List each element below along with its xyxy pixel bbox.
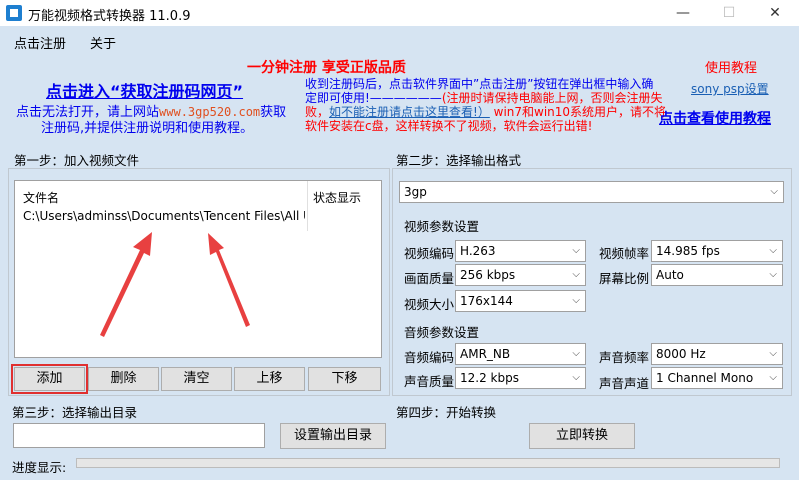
title-bar: 万能视频格式转换器 11.0.9 — ☐ ✕	[0, 0, 799, 26]
menu-about[interactable]: 关于	[90, 33, 116, 52]
chevron-down-icon: ⌵	[572, 269, 580, 280]
video-codec-value: H.263	[460, 244, 496, 258]
audio-codec-label: 音频编码	[404, 350, 455, 365]
frame-rate-select[interactable]: 14.985 fps ⌵	[651, 240, 783, 262]
video-size-select[interactable]: 176x144 ⌵	[455, 290, 586, 312]
chevron-down-icon: ⌵	[769, 269, 777, 280]
help-link[interactable]: 如不能注册请点击这里查看!）	[329, 105, 490, 119]
frame-rate-value: 14.985 fps	[656, 244, 720, 258]
tutorial-title: 使用教程	[705, 61, 758, 76]
step2-title: 第二步：选择输出格式	[396, 153, 522, 168]
minimize-button[interactable]: —	[660, 0, 706, 26]
video-codec-label: 视频编码	[404, 246, 455, 261]
chevron-down-icon: ⌵	[572, 348, 580, 359]
instr-line-2a: 定即可使用!——————	[305, 91, 442, 105]
chevron-down-icon: ⌵	[769, 245, 777, 256]
step1-title: 第一步：加入视频文件	[14, 153, 140, 168]
move-down-button[interactable]: 下移	[308, 367, 381, 391]
register-instructions: 收到注册码后，点击软件界面中”点击注册”按钮在弹出框中输入确 定即可使用!———…	[305, 77, 666, 133]
window-title: 万能视频格式转换器 11.0.9	[28, 9, 191, 24]
promo-headline: 一分钟注册 享受正版品质	[247, 60, 406, 76]
aspect-ratio-select[interactable]: Auto ⌵	[651, 264, 783, 286]
app-icon	[6, 5, 22, 21]
chevron-down-icon: ⌵	[572, 295, 580, 306]
video-quality-value: 256 kbps	[460, 268, 516, 282]
column-filename[interactable]: 文件名	[23, 189, 59, 206]
video-codec-select[interactable]: H.263 ⌵	[455, 240, 586, 262]
aspect-ratio-value: Auto	[656, 268, 684, 282]
column-status[interactable]: 状态显示	[313, 189, 361, 206]
audio-codec-value: AMR_NB	[460, 347, 511, 361]
fallback-text-3: 注册码,并提供注册说明和使用教程。	[41, 121, 254, 136]
set-output-dir-button[interactable]: 设置输出目录	[280, 423, 386, 449]
audio-quality-value: 12.2 kbps	[460, 371, 519, 385]
instr-line-4: 软件安装在c盘，这样转换不了视频，软件会运行出错!	[305, 119, 593, 133]
aspect-ratio-label: 屏幕比例	[599, 271, 650, 286]
video-size-label: 视频大小	[404, 297, 455, 312]
chevron-down-icon: ⌵	[770, 186, 778, 197]
clear-button[interactable]: 清空	[161, 367, 232, 391]
get-code-link[interactable]: 点击进入“获取注册码网页”	[46, 78, 243, 102]
sample-rate-value: 8000 Hz	[656, 347, 706, 361]
audio-codec-select[interactable]: AMR_NB ⌵	[455, 343, 586, 365]
chevron-down-icon: ⌵	[572, 372, 580, 383]
move-up-button[interactable]: 上移	[234, 367, 305, 391]
instr-line-1: 收到注册码后，点击软件界面中”点击注册”按钮在弹出框中输入确	[305, 77, 654, 91]
convert-now-button[interactable]: 立即转换	[529, 423, 635, 449]
close-button[interactable]: ✕	[752, 0, 798, 26]
instr-line-2b: (注册时请保持电脑能上网，否则会注册失	[441, 91, 663, 105]
channel-select[interactable]: 1 Channel Mono ⌵	[651, 367, 783, 389]
format-value: 3gp	[404, 185, 427, 199]
sample-rate-label: 声音频率	[599, 350, 650, 365]
add-button[interactable]: 添加	[11, 364, 88, 394]
tutorial-link[interactable]: 点击查看使用教程	[659, 108, 771, 128]
video-size-value: 176x144	[460, 294, 513, 308]
format-select[interactable]: 3gp ⌵	[399, 181, 784, 203]
frame-rate-label: 视频帧率	[599, 246, 650, 261]
maximize-button[interactable]: ☐	[706, 0, 752, 26]
step3-title: 第三步：选择输出目录	[12, 405, 138, 420]
menu-register[interactable]: 点击注册	[14, 33, 66, 52]
chevron-down-icon: ⌵	[769, 372, 777, 383]
progress-label: 进度显示:	[12, 460, 67, 475]
step4-title: 第四步：开始转换	[396, 405, 497, 420]
progress-bar	[76, 458, 780, 468]
instr-line-3a: 败，	[305, 105, 330, 119]
video-quality-select[interactable]: 256 kbps ⌵	[455, 264, 586, 286]
audio-quality-select[interactable]: 12.2 kbps ⌵	[455, 367, 586, 389]
chevron-down-icon: ⌵	[572, 245, 580, 256]
audio-quality-label: 声音质量	[404, 374, 455, 389]
column-divider	[307, 181, 308, 231]
sample-rate-select[interactable]: 8000 Hz ⌵	[651, 343, 783, 365]
chevron-down-icon: ⌵	[769, 348, 777, 359]
instr-line-3b: win7和win10系统用户，请不将	[489, 105, 667, 119]
delete-button[interactable]: 删除	[88, 367, 159, 391]
video-group-title: 视频参数设置	[404, 219, 480, 234]
output-dir-input[interactable]	[13, 423, 265, 448]
annotation-arrows	[100, 232, 250, 337]
channel-value: 1 Channel Mono	[656, 371, 754, 385]
channel-label: 声音声道	[599, 376, 650, 391]
file-row-name[interactable]: C:\Users\adminss\Documents\Tencent Files…	[23, 209, 305, 223]
audio-group-title: 音频参数设置	[404, 325, 480, 340]
psp-settings-link[interactable]: sony psp设置	[691, 80, 769, 97]
video-quality-label: 画面质量	[404, 271, 455, 286]
fallback-text-2: 获取	[260, 105, 287, 120]
